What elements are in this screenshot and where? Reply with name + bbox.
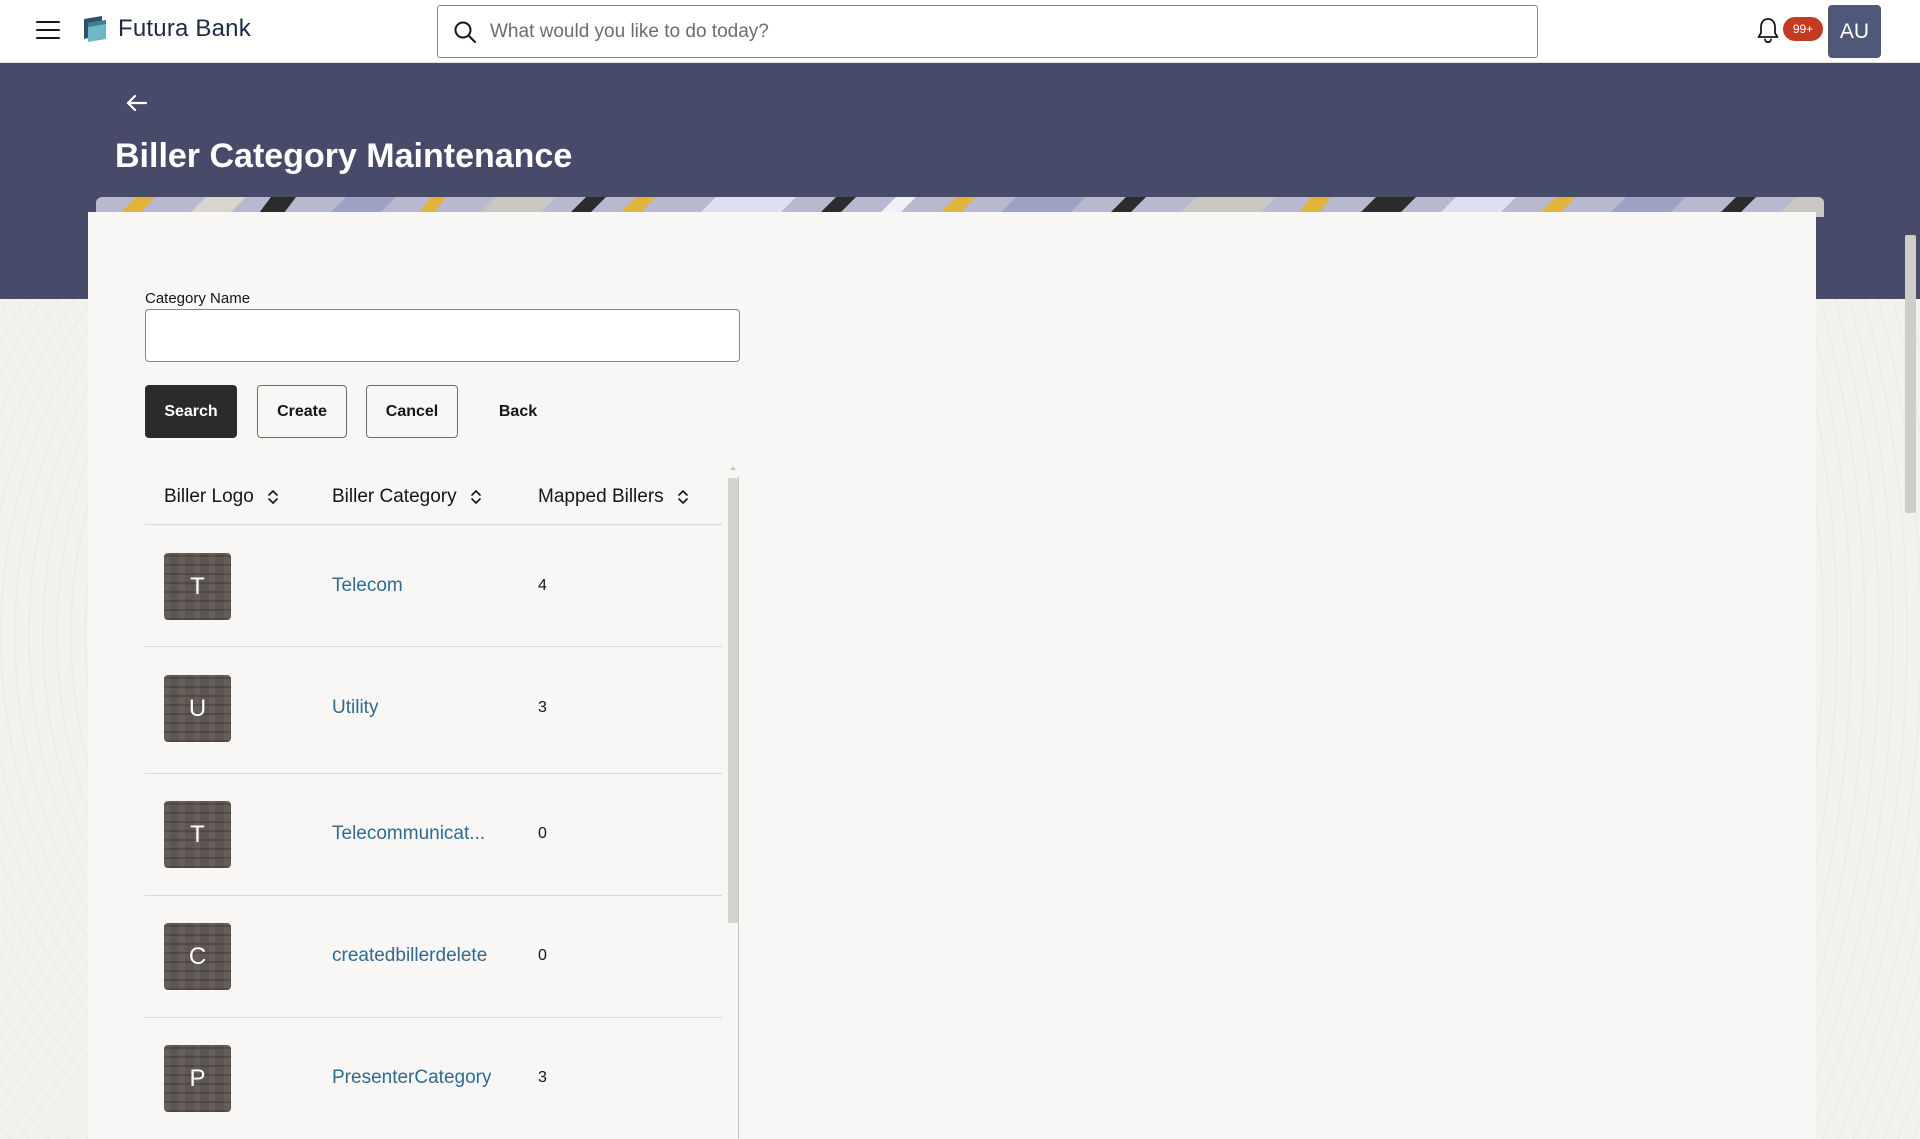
- search-button[interactable]: Search: [145, 385, 237, 438]
- mapped-billers-count: 3: [538, 1069, 547, 1086]
- scrollbar-thumb[interactable]: [728, 478, 738, 923]
- biller-category-table: Biller Logo Biller Category Mapped Bille…: [145, 466, 735, 1139]
- column-header-mapped-billers[interactable]: Mapped Billers: [538, 486, 690, 508]
- mapped-billers-count: 3: [538, 699, 547, 716]
- biller-logo-tile: P: [164, 1045, 231, 1112]
- table-row: P PresenterCategory 3: [145, 1019, 722, 1139]
- back-button[interactable]: Back: [478, 385, 558, 438]
- page-scrollbar-thumb[interactable]: [1905, 235, 1916, 513]
- notification-count-badge: 99+: [1783, 17, 1823, 41]
- table-header: Biller Logo Biller Category Mapped Bille…: [145, 466, 722, 525]
- biller-category-link[interactable]: Utility: [332, 697, 378, 719]
- cancel-button[interactable]: Cancel: [366, 385, 458, 438]
- biller-category-link[interactable]: createdbillerdelete: [332, 945, 487, 967]
- column-header-biller-logo[interactable]: Biller Logo: [164, 486, 280, 508]
- sort-icon: [470, 490, 481, 504]
- search-input[interactable]: [490, 6, 1537, 57]
- biller-logo-tile: C: [164, 923, 231, 990]
- biller-category-link[interactable]: Telecommunicat...: [332, 823, 485, 845]
- biller-logo-tile: U: [164, 675, 231, 742]
- scrollbar-track-line: [738, 476, 739, 1139]
- table-row: T Telecommunicat... 0: [145, 775, 722, 896]
- mapped-billers-count: 0: [538, 825, 547, 842]
- top-bar: Futura Bank 99+ AU: [0, 0, 1920, 63]
- column-header-label: Biller Category: [332, 486, 457, 507]
- brand-name: Futura Bank: [118, 15, 251, 42]
- category-name-input[interactable]: [145, 309, 740, 362]
- global-search[interactable]: [437, 5, 1538, 58]
- category-name-label: Category Name: [145, 290, 251, 307]
- biller-category-link[interactable]: Telecom: [332, 575, 403, 597]
- bank-logo-icon: [84, 16, 106, 42]
- brand[interactable]: Futura Bank: [82, 15, 251, 43]
- biller-logo-tile: T: [164, 553, 231, 620]
- page-title: Biller Category Maintenance: [115, 137, 573, 175]
- table-row: U Utility 3: [145, 648, 722, 774]
- mapped-billers-count: 0: [538, 947, 547, 964]
- table-scrollbar[interactable]: [727, 466, 739, 1139]
- table-row: C createdbillerdelete 0: [145, 897, 722, 1018]
- hamburger-menu-icon[interactable]: [36, 20, 60, 40]
- column-header-label: Mapped Billers: [538, 486, 664, 507]
- main-card: Category Name Search Create Cancel Back …: [88, 212, 1816, 1139]
- sort-icon: [267, 490, 278, 504]
- biller-category-link[interactable]: PresenterCategory: [332, 1067, 491, 1089]
- search-icon: [454, 21, 476, 43]
- biller-logo-tile: T: [164, 801, 231, 868]
- create-button[interactable]: Create: [257, 385, 347, 438]
- sort-icon: [677, 490, 688, 504]
- column-header-label: Biller Logo: [164, 486, 254, 507]
- back-arrow-icon[interactable]: [124, 90, 150, 116]
- user-avatar[interactable]: AU: [1828, 5, 1881, 58]
- table-row: T Telecom 4: [145, 526, 722, 647]
- mapped-billers-count: 4: [538, 577, 547, 594]
- column-header-biller-category[interactable]: Biller Category: [332, 486, 483, 508]
- scroll-up-arrow-icon[interactable]: [730, 466, 736, 470]
- notification-bell-icon[interactable]: [1755, 16, 1781, 44]
